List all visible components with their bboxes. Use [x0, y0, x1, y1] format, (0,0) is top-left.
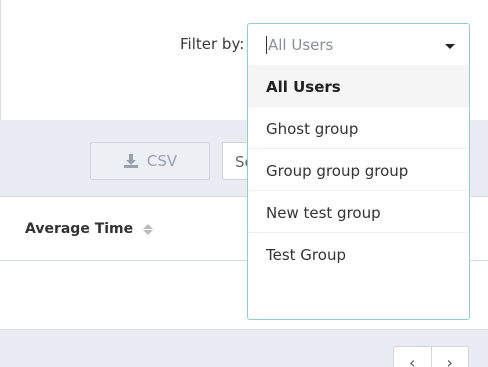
page: Filter by: CSV Se Average Time ‹ › All U… [0, 0, 488, 367]
sort-icon [143, 223, 154, 235]
menu-item-all-users[interactable]: All Users [248, 65, 469, 107]
filter-dropdown-menu: All Users Ghost group Group group group … [247, 65, 470, 320]
next-page-button[interactable]: › [430, 347, 469, 367]
pagination: ‹ › [393, 346, 469, 367]
filter-select-value: All Users [266, 36, 334, 54]
column-header-average-time[interactable]: Average Time [25, 221, 154, 237]
filter-label: Filter by: [180, 35, 245, 53]
menu-item-group-group-group[interactable]: Group group group [248, 149, 469, 191]
csv-export-button[interactable]: CSV [90, 142, 210, 180]
csv-label: CSV [146, 152, 178, 170]
menu-item-test-group[interactable]: Test Group [248, 233, 469, 275]
column-header-label: Average Time [25, 221, 134, 237]
download-icon [123, 153, 139, 169]
menu-item-ghost-group[interactable]: Ghost group [248, 107, 469, 149]
filter-select[interactable]: All Users [247, 23, 470, 65]
chevron-down-icon [445, 44, 455, 49]
prev-page-button[interactable]: ‹ [394, 347, 431, 367]
menu-item-new-test-group[interactable]: New test group [248, 191, 469, 233]
